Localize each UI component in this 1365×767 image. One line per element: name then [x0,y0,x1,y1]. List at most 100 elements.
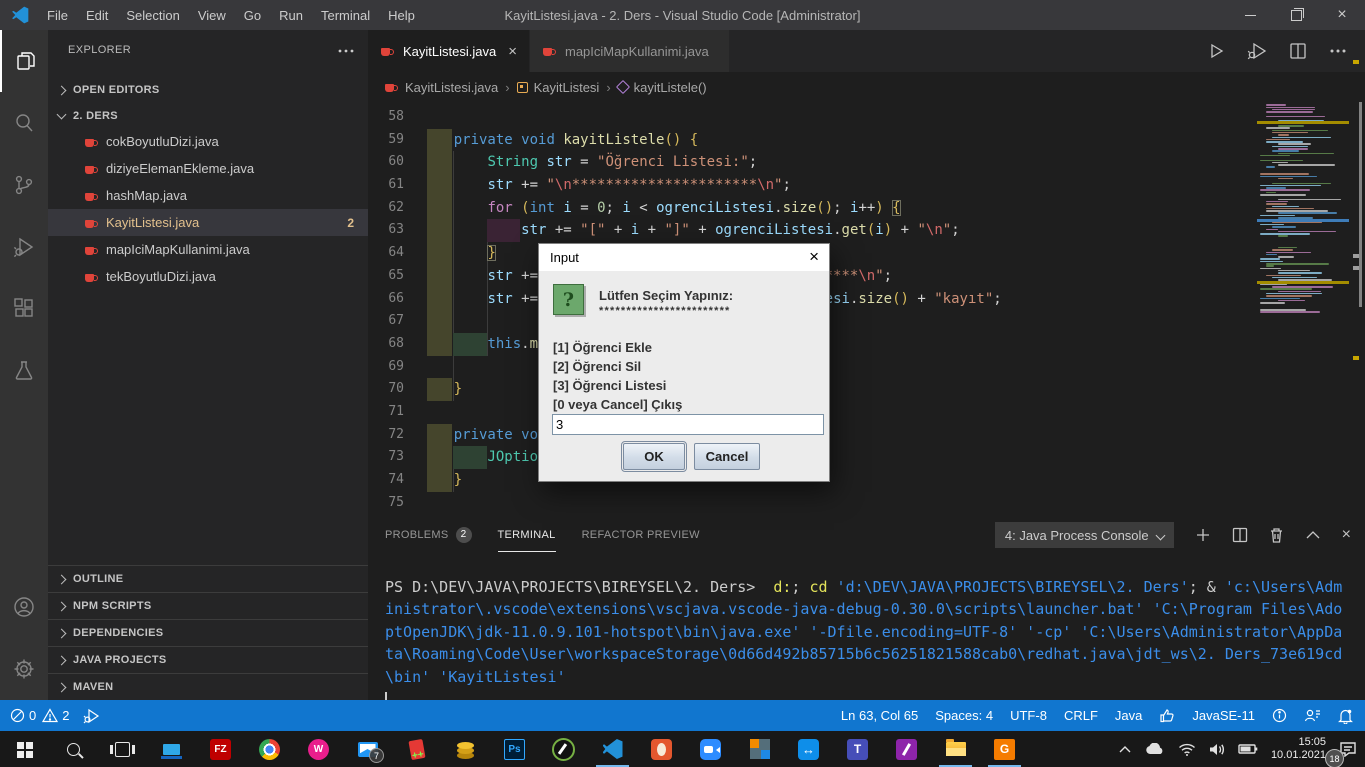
warnings-status[interactable]: 2 [42,708,69,723]
run-debug-icon[interactable] [0,216,48,278]
editor-scrollbar[interactable] [1359,102,1362,307]
taskbar-clock[interactable]: 15:05 10.01.2021 [1271,736,1326,762]
breadcrumb-item[interactable]: KayitListesi.java [405,80,498,95]
explorer-more-actions-icon[interactable] [338,42,354,57]
maximize-panel-icon[interactable] [1305,530,1321,540]
dialog-close-icon[interactable]: × [809,247,819,267]
java-runtime-status[interactable]: JavaSE-11 [1192,708,1255,723]
menu-run[interactable]: Run [270,8,312,23]
volume-icon[interactable] [1209,743,1225,756]
new-terminal-icon[interactable] [1195,527,1211,543]
onedrive-cloud-icon[interactable] [1145,743,1165,755]
vscode-icon[interactable] [588,731,637,767]
vmware-icon[interactable] [735,731,784,767]
restore-button[interactable] [1273,0,1319,30]
sidebar-section-maven[interactable]: MAVEN [48,673,368,700]
breadcrumb-item[interactable]: KayitListesi [534,80,600,95]
terminal-selector[interactable]: 4: Java Process Console [994,522,1174,548]
source-control-icon[interactable] [0,154,48,216]
indentation-status[interactable]: Spaces: 4 [935,708,993,723]
photoshop-icon[interactable]: Ps [490,731,539,767]
wifi-icon[interactable] [1178,743,1196,756]
open-editors-section[interactable]: OPEN EDITORS [48,78,368,102]
purple-pen-app-icon[interactable] [882,731,931,767]
menu-help[interactable]: Help [379,8,424,23]
zoom-icon[interactable] [686,731,735,767]
errors-status[interactable]: 0 [10,708,36,723]
tab-mapIciMapKullanimi.java[interactable]: mapIciMapKullanimi.java [529,30,730,72]
wampserver-icon[interactable]: W [294,731,343,767]
action-center-button[interactable]: 18 [1325,741,1357,767]
close-panel-icon[interactable]: × [1342,526,1351,544]
file-item[interactable]: mapIciMapKullanimi.java [48,236,368,263]
minimap[interactable] [1257,102,1352,517]
sidebar-section-outline[interactable]: OUTLINE [48,565,368,592]
settings-gear-icon[interactable] [0,638,48,700]
file-item[interactable]: hashMap.java [48,182,368,209]
panel-tab-terminal[interactable]: TERMINAL [498,517,556,552]
laptop-app-icon[interactable] [147,731,196,767]
run-button[interactable] [1207,42,1225,60]
testing-icon[interactable] [0,340,48,402]
graphics-app-icon[interactable] [392,731,441,767]
teamviewer-icon[interactable]: ↔ [784,731,833,767]
minimize-button[interactable] [1227,0,1273,30]
menu-terminal[interactable]: Terminal [312,8,379,23]
tab-KayitListesi.java[interactable]: KayitListesi.java × [368,30,530,72]
tray-chevron-icon[interactable] [1118,745,1132,754]
dialog-input-field[interactable] [552,414,824,435]
chrome-icon[interactable] [245,731,294,767]
thumbs-up-icon[interactable] [1159,708,1175,724]
file-item[interactable]: diziyeElemanEkleme.java [48,155,368,182]
menu-file[interactable]: File [38,8,77,23]
split-terminal-icon[interactable] [1232,527,1248,543]
feedback-icon[interactable] [1304,708,1321,723]
coins-app-icon[interactable] [441,731,490,767]
debug-status-icon[interactable] [83,708,101,724]
panel-tab-refactor-preview[interactable]: REFACTOR PREVIEW [582,517,700,552]
info-icon[interactable] [1272,708,1287,723]
breadcrumb-item[interactable]: kayitListele() [634,80,707,95]
account-icon[interactable] [0,576,48,638]
notifications-bell-icon[interactable] [1338,708,1353,724]
menu-view[interactable]: View [189,8,235,23]
menu-selection[interactable]: Selection [117,8,188,23]
code-editor[interactable]: 58 59 private void kayitListele() {60 Str… [368,102,1365,517]
terminal-output[interactable]: PS D:\DEV\JAVA\PROJECTS\BIREYSEL\2. Ders… [385,576,1360,713]
breadcrumb[interactable]: KayitListesi.java › KayitListesi › kayitList… [368,72,1365,102]
taskbar-search-button[interactable] [49,731,98,767]
teams-icon[interactable]: T [833,731,882,767]
split-editor-button[interactable] [1289,42,1307,60]
search-icon[interactable] [0,92,48,154]
encoding-status[interactable]: UTF-8 [1010,708,1047,723]
extensions-icon[interactable] [0,278,48,340]
task-view-button[interactable] [98,731,147,767]
capture-app-icon[interactable] [637,731,686,767]
close-button[interactable]: × [1319,0,1365,30]
cursor-position-status[interactable]: Ln 63, Col 65 [841,708,918,723]
language-status[interactable]: Java [1115,708,1142,723]
epic-pen-icon[interactable] [539,731,588,767]
battery-icon[interactable] [1238,743,1258,755]
menu-edit[interactable]: Edit [77,8,117,23]
explorer-icon[interactable] [0,30,50,92]
file-item[interactable]: tekBoyutluDizi.java [48,263,368,290]
folder-section[interactable]: 2. DERS [48,104,368,128]
menu-go[interactable]: Go [235,8,270,23]
kill-terminal-trash-icon[interactable] [1269,527,1284,543]
eol-status[interactable]: CRLF [1064,708,1098,723]
file-item[interactable]: KayitListesi.java 2 [48,209,368,236]
panel-tab-problems[interactable]: PROBLEMS 2 [385,517,472,552]
file-item[interactable]: cokBoyutluDizi.java [48,128,368,155]
pdf-app-icon[interactable]: G [980,731,1029,767]
tab-close-icon[interactable]: × [508,43,517,60]
cancel-button[interactable]: Cancel [694,443,760,470]
mail-icon[interactable]: 7 [343,731,392,767]
start-button[interactable] [0,731,49,767]
file-explorer-icon[interactable] [931,731,980,767]
debug-run-button[interactable] [1247,42,1267,60]
sidebar-section-java-projects[interactable]: JAVA PROJECTS [48,646,368,673]
ok-button[interactable]: OK [621,441,687,472]
more-actions-icon[interactable] [1329,48,1347,54]
sidebar-section-dependencies[interactable]: DEPENDENCIES [48,619,368,646]
